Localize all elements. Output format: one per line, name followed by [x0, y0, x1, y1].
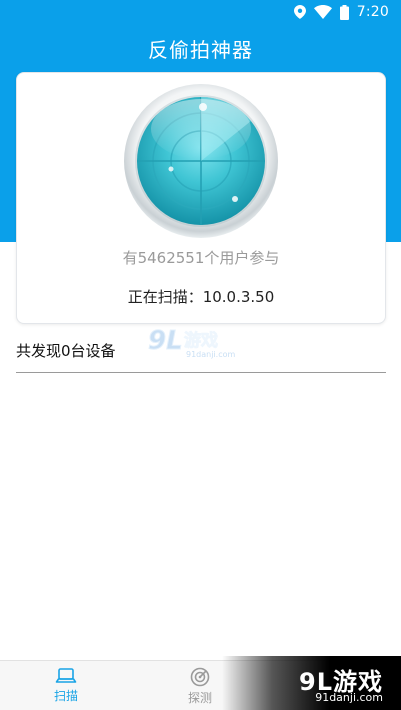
scan-card: 有5462551个用户参与 正在扫描：10.0.3.50 [16, 72, 386, 324]
brand-watermark: 9L游戏 91danji.com [222, 656, 401, 710]
radar-scanner[interactable] [123, 83, 279, 239]
battery-icon [339, 4, 349, 20]
laptop-icon [34, 667, 98, 685]
page-title: 反偷拍神器 [148, 38, 253, 62]
svg-text:9L: 9L [148, 326, 183, 356]
participants-count: 有5462551个用户参与 [122, 249, 280, 267]
app-screen: 7:20 反偷拍神器 有5462551个用户参与 正在扫描：10.0.3.50 … [0, 0, 401, 710]
tab-scan[interactable]: 扫描 [34, 667, 98, 704]
status-bar: 7:20 [0, 0, 401, 24]
svg-text:91danji.com: 91danji.com [186, 350, 236, 359]
wifi-icon [313, 5, 332, 19]
status-icons: 7:20 [293, 3, 389, 21]
devices-found-label: 共发现0台设备 [16, 342, 116, 360]
scanning-status: 正在扫描：10.0.3.50 [127, 288, 275, 306]
results-divider [16, 372, 386, 373]
location-icon [293, 5, 306, 19]
radar-icon [124, 84, 278, 238]
status-time: 7:20 [356, 4, 389, 20]
brand-url: 91danji.com [315, 691, 383, 704]
svg-text:游戏: 游戏 [184, 330, 218, 351]
tab-scan-label: 扫描 [53, 689, 78, 703]
watermark-logo: 9L 游戏 91danji.com [148, 322, 244, 362]
